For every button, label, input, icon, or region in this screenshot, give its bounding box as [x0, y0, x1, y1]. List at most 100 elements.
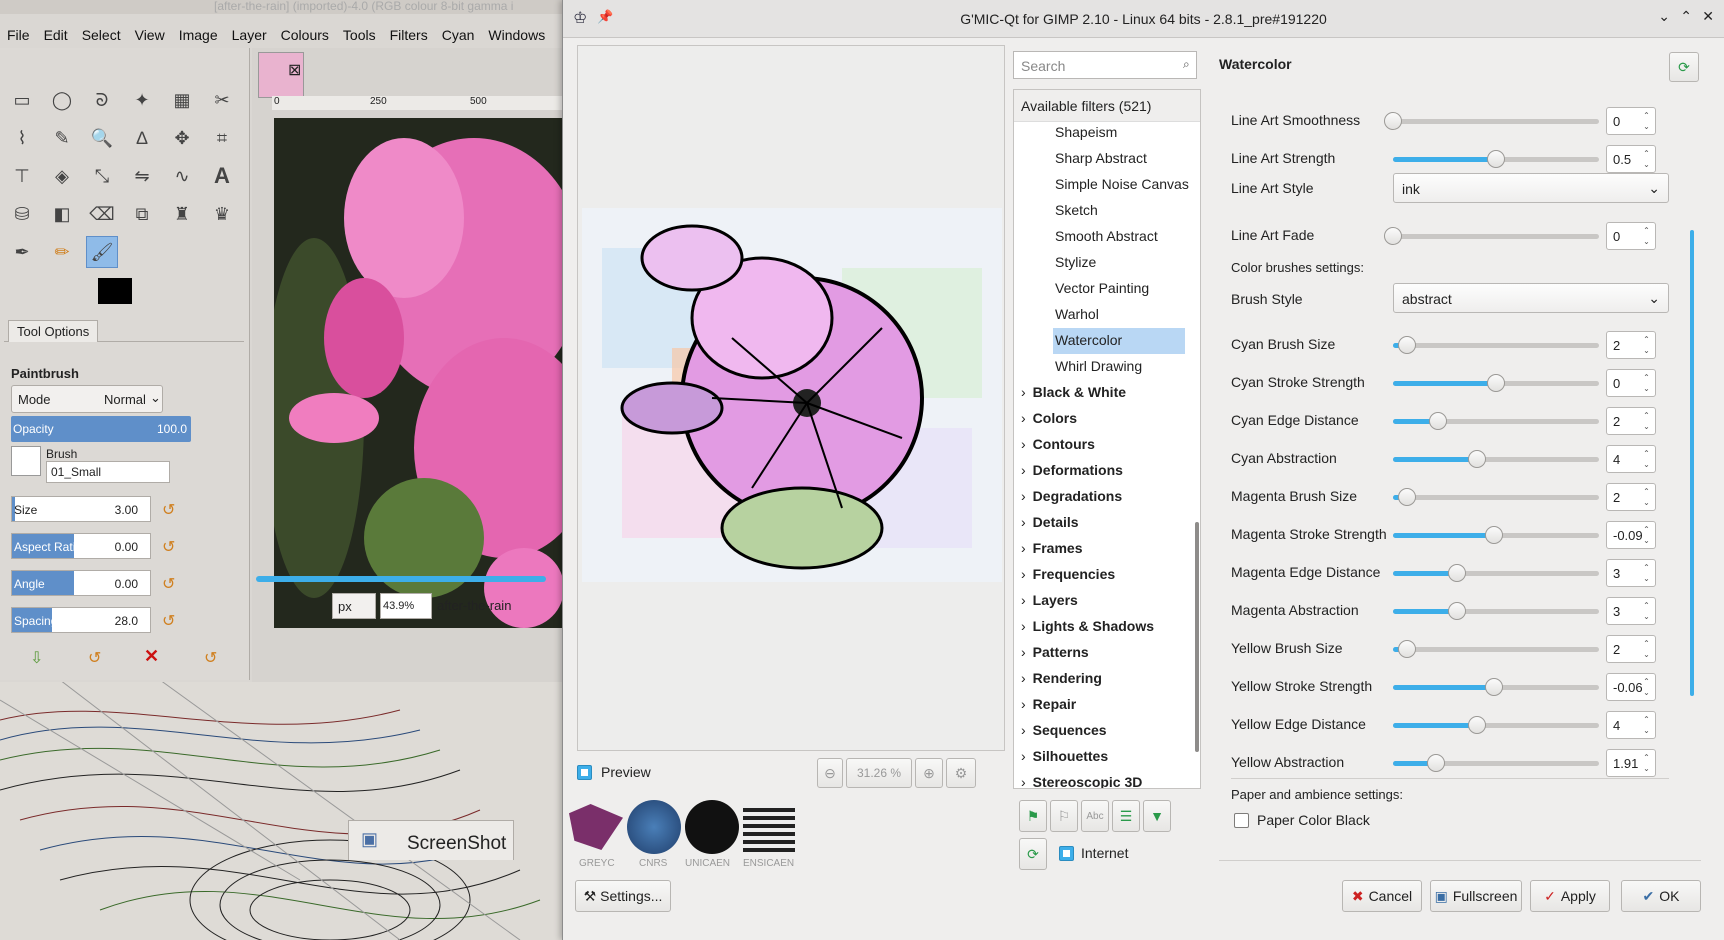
param-spinbox[interactable]: 4 ⌃ ⌄ — [1606, 445, 1656, 473]
zoom-icon[interactable]: 🔍 — [88, 124, 116, 152]
param-slider[interactable] — [1393, 450, 1599, 468]
slider-handle[interactable] — [1468, 450, 1487, 468]
ok-button[interactable]: ✔ OK — [1621, 880, 1701, 912]
param-spinbox[interactable]: 2 ⌃ ⌄ — [1606, 635, 1656, 663]
param-slider[interactable] — [1393, 602, 1599, 620]
spin-arrows-icon[interactable]: ⌃ ⌄ — [1640, 562, 1653, 584]
eraser-icon[interactable]: ⌫ — [88, 200, 116, 228]
param-spinbox[interactable]: 0 ⌃ ⌄ — [1606, 222, 1656, 250]
ink-icon[interactable]: ✒ — [8, 238, 36, 266]
spin-arrows-icon[interactable]: ⌃ ⌄ — [1640, 600, 1653, 622]
category-item[interactable]: › Rendering — [1021, 670, 1102, 686]
rename-icon[interactable]: Abc — [1081, 800, 1109, 832]
zoom-in-icon[interactable]: ⊕ — [915, 758, 943, 788]
param-spinbox[interactable]: 0.5 ⌃ ⌄ — [1606, 145, 1656, 173]
move-icon[interactable]: ✥ — [168, 124, 196, 152]
fuzzy-select-icon[interactable]: ✦ — [128, 86, 156, 114]
refresh-icon[interactable]: ⟳ — [1019, 838, 1047, 870]
pencil-icon[interactable]: ✏ — [48, 238, 76, 266]
param-slider[interactable] — [1384, 227, 1599, 245]
slider-handle[interactable] — [1487, 374, 1505, 392]
slider-handle[interactable] — [1447, 564, 1466, 582]
category-item[interactable]: › Repair — [1021, 696, 1076, 712]
param-spinbox[interactable]: -0.09 ⌃ ⌄ — [1606, 521, 1656, 549]
spacing-slider[interactable]: Spacing 28.0 — [11, 607, 151, 633]
preview-zoom[interactable]: 31.26 % — [846, 758, 912, 788]
angle-slider[interactable]: Angle 0.00 — [11, 570, 151, 596]
pin-icon[interactable]: 📌 — [597, 9, 613, 25]
param-slider[interactable] — [1393, 640, 1599, 658]
cancel-button[interactable]: ✖ Cancel — [1342, 880, 1422, 912]
reset-icon[interactable]: ↺ — [162, 537, 175, 557]
reset-icon[interactable]: ↺ — [162, 574, 175, 594]
param-slider[interactable] — [1393, 336, 1599, 354]
slider-handle[interactable] — [1447, 602, 1466, 620]
category-item[interactable]: › Stereoscopic 3D — [1021, 774, 1142, 788]
transform-icon[interactable]: ⊤ — [8, 162, 36, 190]
reset-all-icon[interactable]: ↺ — [204, 648, 217, 668]
param-spinbox[interactable]: 1.91 ⌃ ⌄ — [1606, 749, 1656, 777]
save-options-icon[interactable]: ⇩ — [30, 648, 43, 668]
zoom-field[interactable]: 43.9% — [380, 593, 432, 619]
param-spinbox[interactable]: -0.06 ⌃ ⌄ — [1606, 673, 1656, 701]
delete-options-icon[interactable]: ✕ — [144, 646, 159, 667]
menu-file[interactable]: File — [0, 24, 37, 48]
flip-icon[interactable]: ⇋ — [128, 162, 156, 190]
filter-item[interactable]: Smooth Abstract — [1055, 228, 1158, 244]
internet-checkbox[interactable] — [1059, 846, 1074, 861]
param-spinbox[interactable]: 4 ⌃ ⌄ — [1606, 711, 1656, 739]
settings-button[interactable]: ⚒ Settings... — [575, 880, 671, 912]
taskbar-item[interactable]: ▣ ScreenShot — [348, 820, 514, 860]
filter-item[interactable]: Stylize — [1055, 254, 1096, 270]
category-item[interactable]: › Contours — [1021, 436, 1095, 452]
crop-icon[interactable]: ⌗ — [208, 124, 236, 152]
aspect-ratio-slider[interactable]: Aspect Ratio 0.00 — [11, 533, 151, 559]
spin-arrows-icon[interactable]: ⌃ ⌄ — [1640, 225, 1653, 247]
text-tool-icon[interactable]: A — [208, 162, 236, 190]
param-slider[interactable] — [1393, 678, 1599, 696]
path-tool-icon[interactable]: ⌇ — [8, 124, 36, 152]
menu-colours[interactable]: Colours — [274, 24, 336, 48]
menu-layer[interactable]: Layer — [225, 24, 274, 48]
preview-checkbox[interactable] — [577, 765, 592, 780]
menu-image[interactable]: Image — [172, 24, 225, 48]
param-slider[interactable] — [1393, 150, 1599, 168]
spin-arrows-icon[interactable]: ⌃ ⌄ — [1640, 676, 1653, 698]
param-spinbox[interactable]: 3 ⌃ ⌄ — [1606, 559, 1656, 587]
brush-preview[interactable] — [11, 446, 41, 476]
category-item[interactable]: › Deformations — [1021, 462, 1123, 478]
lasso-icon[interactable]: ᘐ — [88, 86, 116, 114]
param-spinbox[interactable]: 2 ⌃ ⌄ — [1606, 331, 1656, 359]
scale-icon[interactable]: ⤡ — [88, 162, 116, 190]
spin-arrows-icon[interactable]: ⌃ ⌄ — [1640, 714, 1653, 736]
category-item[interactable]: › Sequences — [1021, 722, 1107, 738]
zoom-out-icon[interactable]: ⊖ — [817, 758, 843, 788]
reset-icon[interactable]: ↺ — [162, 500, 175, 520]
scissors-icon[interactable]: ✂ — [208, 86, 236, 114]
category-item[interactable]: › Colors — [1021, 410, 1077, 426]
restore-options-icon[interactable]: ↺ — [88, 648, 101, 668]
menu-edit[interactable]: Edit — [37, 24, 75, 48]
search-input[interactable]: Search — [1013, 51, 1197, 79]
line-art-style-combo[interactable]: ink ⌄ — [1393, 173, 1669, 203]
filter-item[interactable]: Sketch — [1055, 202, 1098, 218]
randomize-icon[interactable]: ⟳ — [1669, 52, 1699, 82]
slider-handle[interactable] — [1398, 488, 1417, 506]
horizontal-scrollbar[interactable] — [256, 576, 546, 582]
stamp-icon[interactable]: ♜ — [168, 200, 196, 228]
slider-handle[interactable] — [1384, 112, 1402, 130]
slider-handle[interactable] — [1398, 336, 1417, 354]
category-item[interactable]: › Patterns — [1021, 644, 1089, 660]
close-icon[interactable]: ✕ — [1702, 8, 1714, 25]
apply-button[interactable]: ✓ Apply — [1530, 880, 1610, 912]
opacity-slider[interactable]: Opacity 100.0 — [11, 416, 191, 442]
slider-handle[interactable] — [1484, 678, 1503, 696]
fullscreen-button[interactable]: ▣ Fullscreen — [1430, 880, 1522, 912]
color-select-icon[interactable]: ▦ — [168, 86, 196, 114]
param-spinbox[interactable]: 2 ⌃ ⌄ — [1606, 483, 1656, 511]
slider-handle[interactable] — [1384, 227, 1402, 245]
ellipse-select-icon[interactable]: ◯ — [48, 86, 76, 114]
brush-style-combo[interactable]: abstract ⌄ — [1393, 283, 1669, 313]
expand-all-icon[interactable]: ▼ — [1143, 800, 1171, 832]
align-icon[interactable]: ◈ — [48, 162, 76, 190]
